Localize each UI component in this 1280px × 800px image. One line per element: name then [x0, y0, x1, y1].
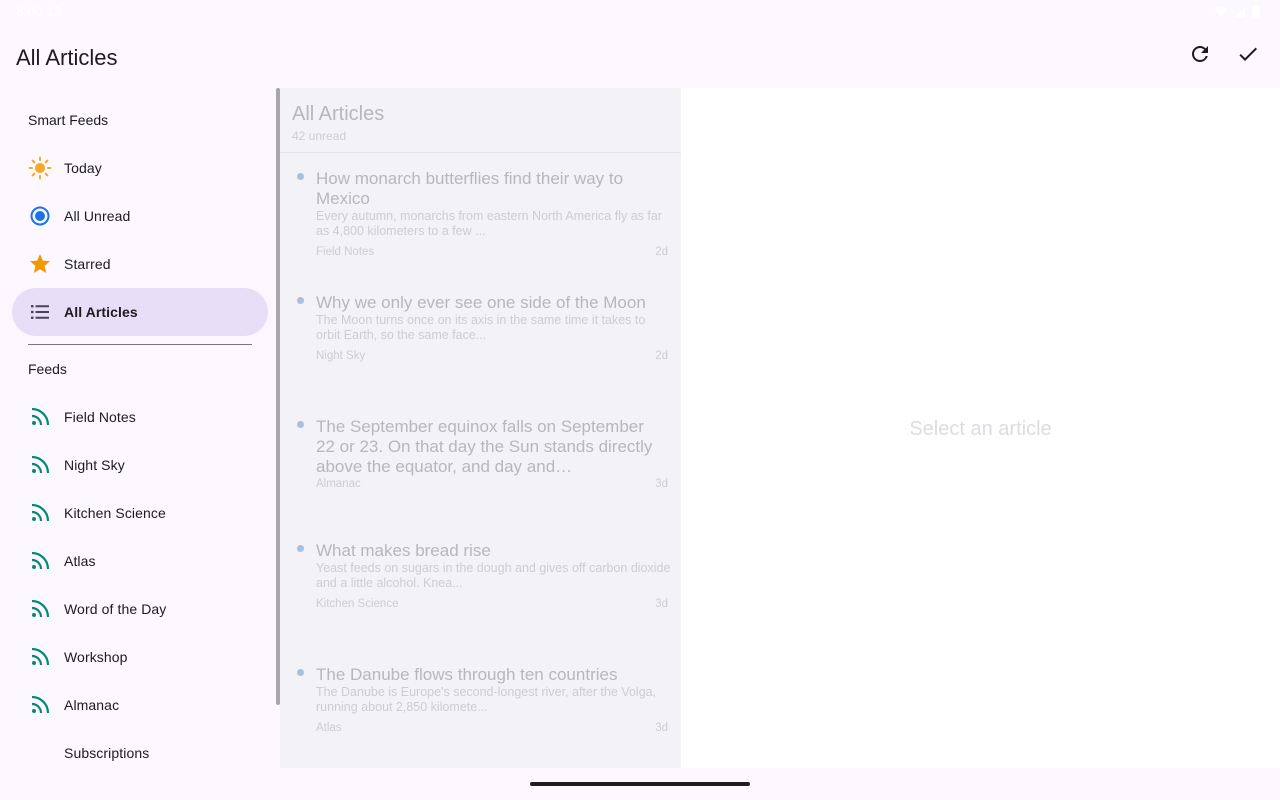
list-title: All Articles: [292, 103, 385, 125]
sidebar-item-label: Subscriptions: [64, 745, 150, 761]
status-icons: [1214, 5, 1260, 18]
sidebar-item-almanac[interactable]: Almanac: [12, 681, 268, 729]
sidebar-item-atlas[interactable]: Atlas: [12, 537, 268, 585]
sidebar-item-label: Atlas: [64, 553, 96, 569]
rss-icon: [28, 405, 52, 429]
signal-icon: [1234, 6, 1246, 18]
radio-dot-icon: [28, 204, 52, 228]
rss-icon: [28, 693, 52, 717]
article-row[interactable]: Why we only ever see one side of the Moo…: [280, 284, 681, 400]
sidebar-item-label: Field Notes: [64, 409, 136, 425]
sidebar-item-label: Night Sky: [64, 457, 125, 473]
unread-dot-icon: [297, 297, 304, 304]
sidebar-item-today[interactable]: Today: [12, 144, 268, 192]
sidebar-divider: [28, 344, 252, 345]
article-feed: Atlas: [316, 722, 342, 734]
sidebar-item-label: Starred: [64, 256, 111, 272]
article-row[interactable]: The September equinox falls on September…: [280, 408, 681, 524]
article-title: The September equinox falls on September…: [316, 417, 653, 476]
rss-icon: [28, 549, 52, 573]
article-list-pane: All Articles 42 unread How monarch butte…: [280, 88, 681, 768]
sidebar-item-label: All Articles: [64, 304, 138, 320]
sidebar-item-word-of-the-day[interactable]: Word of the Day: [12, 585, 268, 633]
sidebar-item-all-articles[interactable]: All Articles: [12, 288, 268, 336]
article-title: How monarch butterflies find their way t…: [316, 169, 624, 208]
sidebar-item-label: Kitchen Science: [64, 505, 166, 521]
article-summary: The Moon turns once on its axis in the s…: [316, 313, 646, 342]
battery-icon: [1252, 5, 1260, 18]
refresh-button[interactable]: [1176, 32, 1224, 80]
gesture-nav-handle[interactable]: [530, 782, 750, 786]
status-time: 8:00 13: [16, 4, 62, 19]
list-icon: [28, 300, 52, 324]
article-age: 3d: [655, 722, 668, 734]
article-row[interactable]: The Danube flows through ten countries T…: [280, 656, 681, 768]
sidebar-item-label: Workshop: [64, 649, 128, 665]
article-summary: Every autumn, monarchs from eastern Nort…: [316, 209, 662, 238]
sidebar: Smart Feeds Today All Unread Starred All…: [0, 88, 280, 800]
status-bar: 8:00 13: [0, 0, 1280, 24]
sidebar-item-label: Word of the Day: [64, 601, 167, 617]
sidebar-item-label: All Unread: [64, 208, 131, 224]
rss-icon: [28, 645, 52, 669]
article-row[interactable]: How monarch butterflies find their way t…: [280, 160, 681, 276]
unread-dot-icon: [297, 421, 304, 428]
star-icon: [28, 252, 52, 276]
rss-icon: [28, 453, 52, 477]
sidebar-item-field-notes[interactable]: Field Notes: [12, 393, 268, 441]
article-title: What makes bread rise: [316, 541, 491, 560]
smart-feeds-heading: Smart Feeds: [28, 112, 109, 128]
sidebar-item-starred[interactable]: Starred: [12, 240, 268, 288]
article-feed: Kitchen Science: [316, 598, 399, 610]
article-feed: Almanac: [316, 478, 361, 490]
article-title: The Danube flows through ten countries: [316, 665, 618, 684]
article-age: 2d: [655, 350, 668, 362]
unread-dot-icon: [297, 545, 304, 552]
article-summary: Yeast feeds on sugars in the dough and g…: [316, 561, 671, 590]
mark-all-read-button[interactable]: [1224, 32, 1272, 80]
article-age: 3d: [655, 478, 668, 490]
article-row[interactable]: What makes bread rise Yeast feeds on sug…: [280, 532, 681, 648]
article-feed: Field Notes: [316, 246, 375, 258]
page-title: All Articles: [16, 45, 118, 70]
article-detail-pane: Select an article: [681, 88, 1280, 768]
check-icon: [1236, 42, 1260, 71]
unread-dot-icon: [297, 669, 304, 676]
unread-count: 42 unread: [292, 129, 347, 143]
article-summary: The Danube is Europe's second-longest ri…: [316, 685, 657, 714]
sidebar-item-all-unread[interactable]: All Unread: [12, 192, 268, 240]
sidebar-item-night-sky[interactable]: Night Sky: [12, 441, 268, 489]
sun-icon: [28, 156, 52, 180]
refresh-icon: [1188, 42, 1212, 71]
rss-icon: [28, 597, 52, 621]
wifi-icon: [1214, 6, 1228, 18]
sidebar-item-kitchen-science[interactable]: Kitchen Science: [12, 489, 268, 537]
sidebar-item-subscriptions[interactable]: Subscriptions: [12, 729, 268, 777]
sidebar-item-label: Almanac: [64, 697, 120, 713]
article-feed: Night Sky: [316, 350, 366, 362]
rss-icon: [28, 501, 52, 525]
article-title: Why we only ever see one side of the Moo…: [316, 293, 646, 312]
sidebar-item-workshop[interactable]: Workshop: [12, 633, 268, 681]
feeds-heading: Feeds: [28, 361, 67, 377]
article-age: 3d: [655, 598, 668, 610]
empty-state-text: Select an article: [909, 418, 1052, 440]
unread-dot-icon: [297, 173, 304, 180]
list-header-divider: [280, 152, 681, 153]
sidebar-item-label: Today: [64, 160, 102, 176]
article-age: 2d: [655, 246, 668, 258]
